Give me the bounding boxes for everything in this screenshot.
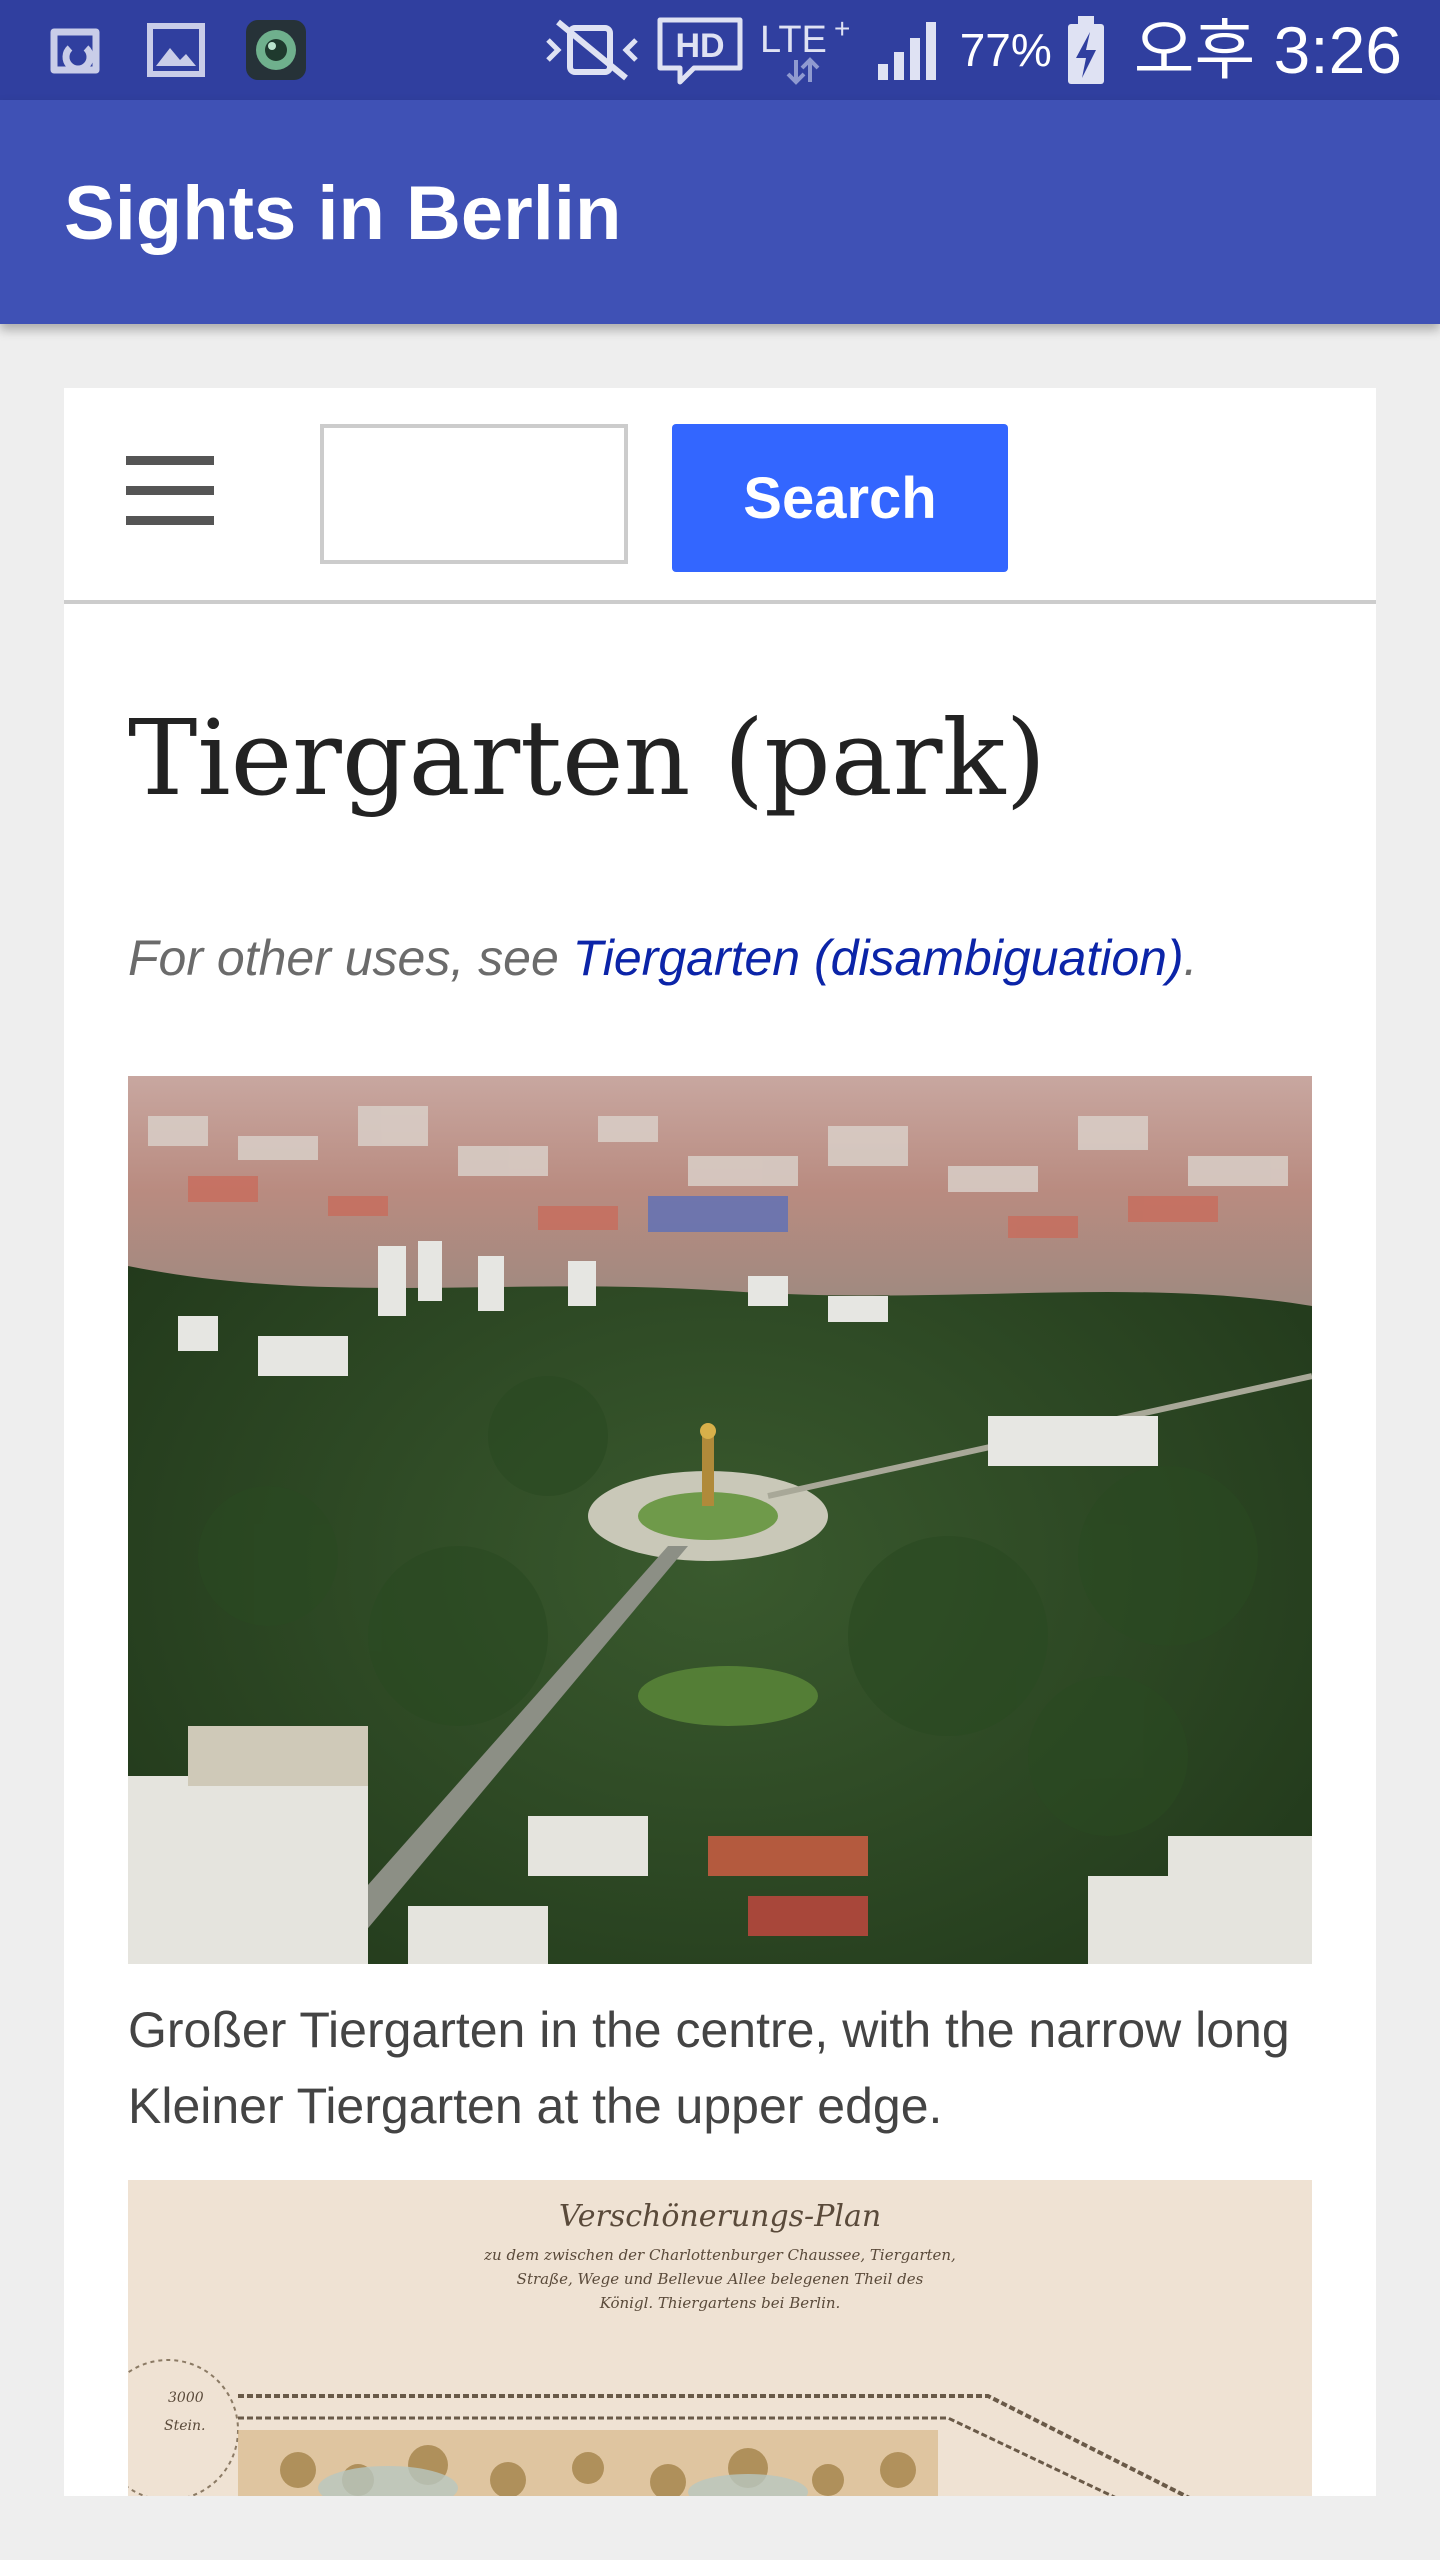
search-toolbar: Search <box>64 388 1376 604</box>
plan-title-line-2: zu dem zwischen der Charlottenburger Cha… <box>483 2246 956 2264</box>
lte-plus-icon: LTE + <box>760 14 850 85</box>
camera-icon <box>246 20 306 80</box>
article-title: Tiergarten (park) <box>128 697 1047 819</box>
app-title: Sights in Berlin <box>64 171 622 256</box>
article-card: Search Tiergarten (park) For other uses,… <box>64 388 1376 2496</box>
battery-percent: 77% <box>959 24 1052 76</box>
historic-park-plan-image[interactable]: Verschönerungs-Plan zu dem zwischen der … <box>128 2180 1312 2496</box>
status-clock: 오후 3:26 <box>1133 13 1402 87</box>
hd-voice-icon: HD <box>657 17 743 85</box>
status-bar-system: HD LTE + 77% 오후 3:26 <box>544 14 1402 86</box>
status-bar: HD LTE + 77% 오후 3:26 <box>0 0 1440 100</box>
hatnote: For other uses, see Tiergarten (disambig… <box>128 922 1198 994</box>
svg-text:HD: HD <box>675 27 724 65</box>
plan-title-line-1: Verschönerungs-Plan <box>559 2199 881 2234</box>
hatnote-suffix: . <box>1183 930 1198 986</box>
hatnote-prefix: For other uses, see <box>128 930 573 986</box>
search-button[interactable]: Search <box>672 424 1008 572</box>
gallery-icon <box>147 23 205 77</box>
plan-scale-label-2: Stein. <box>164 2418 205 2434</box>
photo-caption: Großer Tiergarten in the centre, with th… <box>128 2002 1290 2134</box>
battery-charging-icon <box>1067 16 1104 84</box>
signal-icon <box>877 22 936 80</box>
svg-text:LTE: LTE <box>760 19 827 61</box>
tiergarten-aerial-photo[interactable] <box>128 1076 1312 1964</box>
mute-vibrate-icon <box>545 19 638 81</box>
hamburger-menu-icon[interactable] <box>126 454 226 534</box>
plan-title-line-3: Straße, Wege und Bellevue Allee belegene… <box>517 2270 924 2288</box>
plan-scale-label-1: 3000 <box>168 2390 204 2406</box>
status-bar-notifications <box>44 18 308 82</box>
svg-text:+: + <box>834 14 850 44</box>
plan-title-line-4: Königl. Thiergartens bei Berlin. <box>599 2294 841 2312</box>
disambiguation-link[interactable]: Tiergarten (disambiguation) <box>573 930 1184 986</box>
search-input[interactable] <box>320 424 628 564</box>
app-bar: Sights in Berlin <box>0 100 1440 324</box>
app-notification-icon <box>50 28 100 74</box>
